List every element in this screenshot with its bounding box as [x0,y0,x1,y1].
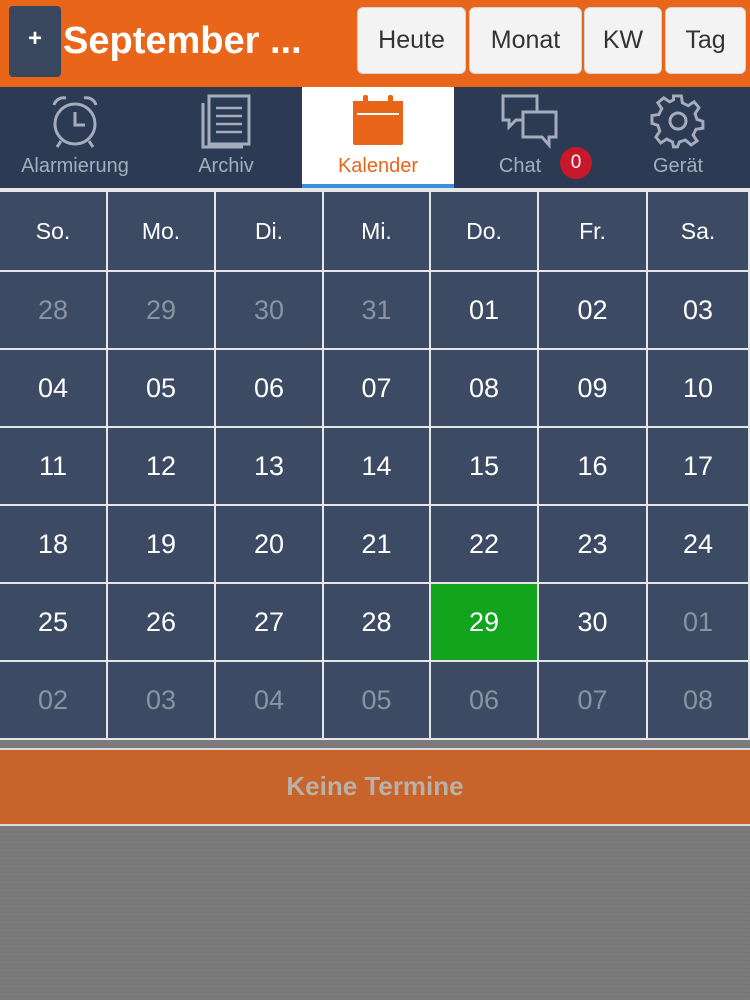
tab-chat[interactable]: Chat 0 [454,87,606,188]
calendar-day[interactable]: 27 [216,584,322,660]
weekday-header: Mi. [324,192,429,270]
calendar-day[interactable]: 15 [431,428,537,504]
calendar-day[interactable]: 30 [539,584,646,660]
calendar-day[interactable]: 30 [216,272,322,348]
calendar-day[interactable]: 01 [431,272,537,348]
calendar-day[interactable]: 04 [216,662,322,738]
weekday-header: Fr. [539,192,646,270]
calendar-day[interactable]: 26 [108,584,214,660]
calendar-day[interactable]: 23 [539,506,646,582]
calendar-day[interactable]: 01 [648,584,748,660]
chat-bubbles-icon [500,93,560,156]
month-calendar-grid: So. Mo. Di. Mi. Do. Fr. Sa. 28 29 30 31 01 02 03 04 05 0… [0,188,750,740]
alarm-clock-icon [46,93,104,154]
calendar-day[interactable]: 18 [0,506,106,582]
calendar-day[interactable]: 24 [648,506,748,582]
calendar-day[interactable]: 31 [324,272,429,348]
empty-area [0,826,750,1000]
calendar-day[interactable]: 22 [431,506,537,582]
calendar-day[interactable]: 13 [216,428,322,504]
calendar-day[interactable]: 09 [539,350,646,426]
calendar-day[interactable]: 06 [216,350,322,426]
calendar-day-today[interactable]: 29 [431,584,537,660]
calendar-day[interactable]: 17 [648,428,748,504]
calendar-day[interactable]: 25 [0,584,106,660]
calendar-icon [351,93,405,152]
calendar-day[interactable]: 20 [216,506,322,582]
weekday-header: Mo. [108,192,214,270]
tab-archiv[interactable]: Archiv [150,87,302,188]
tab-label: Archiv [198,155,254,177]
calendar-day[interactable]: 11 [0,428,106,504]
calendar-day[interactable]: 02 [539,272,646,348]
tab-bar: Alarmierung Archiv Kalender Chat 0 Gerät [0,87,750,188]
tab-alarmierung[interactable]: Alarmierung [0,87,150,188]
tab-label: Kalender [337,155,419,177]
calendar-day[interactable]: 28 [0,272,106,348]
tab-kalender[interactable]: Kalender [302,87,454,188]
month-view-button[interactable]: Monat [469,7,582,74]
app-header: + September ... Heute Monat KW Tag [0,0,750,87]
tab-geraet[interactable]: Gerät [606,87,750,188]
calendar-day[interactable]: 07 [324,350,429,426]
calendar-day[interactable]: 02 [0,662,106,738]
calendar-day[interactable]: 04 [0,350,106,426]
calendar-day[interactable]: 10 [648,350,748,426]
today-button[interactable]: Heute [357,7,466,74]
calendar-day[interactable]: 06 [431,662,537,738]
day-view-button[interactable]: Tag [665,7,746,74]
calendar-day[interactable]: 05 [108,350,214,426]
calendar-day[interactable]: 08 [431,350,537,426]
calendar-day[interactable]: 03 [108,662,214,738]
calendar-day[interactable]: 05 [324,662,429,738]
tab-label: Gerät [652,155,704,177]
weekday-header: Do. [431,192,537,270]
events-panel: Keine Termine [0,748,750,826]
calendar-day[interactable]: 14 [324,428,429,504]
add-button[interactable]: + [9,6,61,77]
calendar-day[interactable]: 07 [539,662,646,738]
calendar-day[interactable]: 08 [648,662,748,738]
gear-icon [650,93,706,154]
calendar-day[interactable]: 16 [539,428,646,504]
weekday-header: So. [0,192,106,270]
weekday-header: Di. [216,192,322,270]
calendar-day[interactable]: 29 [108,272,214,348]
week-view-button[interactable]: KW [584,7,662,74]
calendar-day[interactable]: 28 [324,584,429,660]
month-title[interactable]: September ... [63,16,302,68]
archive-list-icon [199,93,253,154]
calendar-day[interactable]: 19 [108,506,214,582]
chat-unread-badge: 0 [560,147,592,179]
calendar-day[interactable]: 21 [324,506,429,582]
calendar-day[interactable]: 12 [108,428,214,504]
tab-label: Alarmierung [21,155,129,177]
calendar-day[interactable]: 03 [648,272,748,348]
weekday-header: Sa. [648,192,748,270]
